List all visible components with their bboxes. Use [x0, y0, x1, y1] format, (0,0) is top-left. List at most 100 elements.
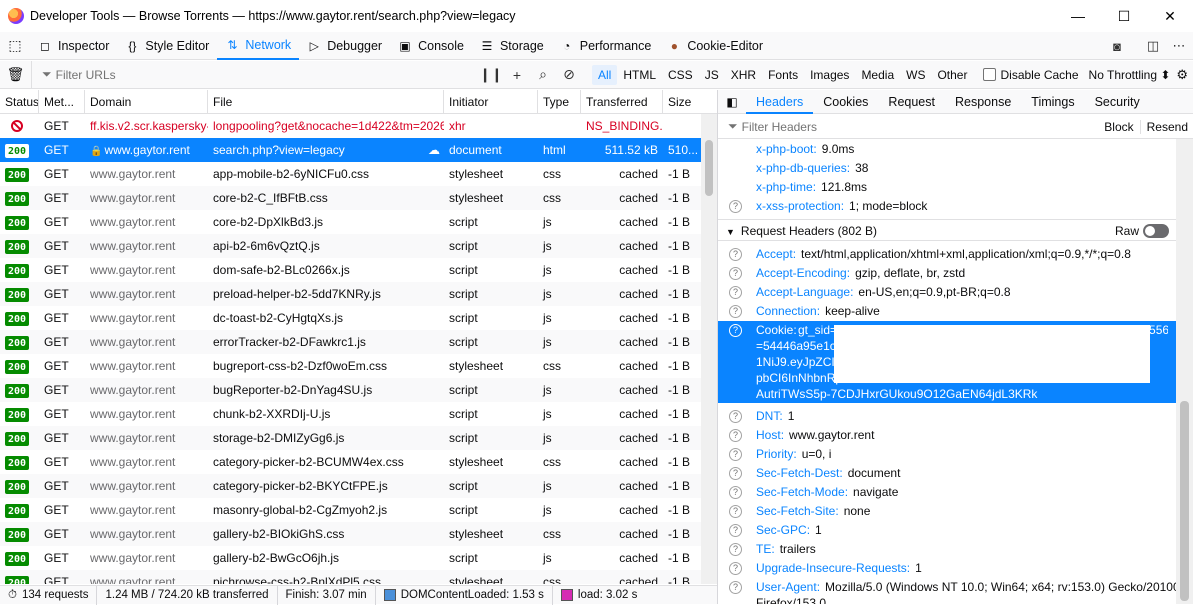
tab-console[interactable]: ▣ Console: [390, 32, 472, 60]
header-row[interactable]: ? DNT 1: [718, 407, 1177, 426]
tab-style-editor[interactable]: {} Style Editor: [117, 32, 217, 60]
header-row[interactable]: ? Connection keep-alive: [718, 302, 1177, 321]
header-row[interactable]: ? TE trailers: [718, 540, 1177, 559]
details-scrollbar[interactable]: [1176, 139, 1193, 604]
col-type[interactable]: Type: [538, 90, 581, 114]
maximize-button[interactable]: ☐: [1101, 0, 1147, 32]
help-icon[interactable]: ?: [729, 562, 742, 575]
resend-button[interactable]: Resend: [1141, 120, 1193, 134]
table-row[interactable]: 200 GET www.gaytor.rent bugReporter-b2-DnYa…: [0, 378, 701, 402]
table-row[interactable]: 200 GET 🔒 www.gaytor.rent search.php?view=le…: [0, 138, 701, 162]
table-row[interactable]: 200 GET www.gaytor.rent category-picker-b2-…: [0, 474, 701, 498]
help-icon[interactable]: ?: [729, 581, 742, 594]
dock-icon[interactable]: ◫: [1139, 32, 1167, 60]
header-row[interactable]: x-php-time 121.8ms: [718, 178, 1177, 197]
clear-requests-icon[interactable]: 🗑: [0, 60, 32, 89]
table-row[interactable]: 200 GET www.gaytor.rent core-b2-C_IfBFtB.cs…: [0, 186, 701, 210]
help-icon[interactable]: ?: [729, 305, 742, 318]
element-picker-icon[interactable]: ⬚: [0, 32, 30, 60]
table-row[interactable]: 200 GET www.gaytor.rent storage-b2-DMIZyGg6…: [0, 426, 701, 450]
table-row[interactable]: 200 GET www.gaytor.rent errorTracker-b2-DFa…: [0, 330, 701, 354]
settings-gear-icon[interactable]: ⚙: [1176, 67, 1188, 83]
filter-headers-input[interactable]: Filter Headers: [742, 120, 1099, 134]
help-icon[interactable]: ?: [729, 324, 742, 337]
minimize-button[interactable]: —: [1055, 0, 1101, 32]
header-row[interactable]: ? Sec-Fetch-Site none: [718, 502, 1177, 521]
close-button[interactable]: ✕: [1147, 0, 1193, 32]
table-row[interactable]: 200 GET www.gaytor.rent dom-safe-b2-BLc0266…: [0, 258, 701, 282]
col-status[interactable]: Status: [0, 90, 39, 114]
col-initiator[interactable]: Initiator: [444, 90, 538, 114]
type-filter-other[interactable]: Other: [931, 65, 973, 85]
tab-request[interactable]: Request: [878, 90, 945, 114]
header-row[interactable]: ? Accept-Language en-US,en;q=0.9,pt-BR;q=0…: [718, 283, 1177, 302]
col-domain[interactable]: Domain: [85, 90, 208, 114]
header-row[interactable]: ? Upgrade-Insecure-Requests 1: [718, 559, 1177, 578]
tab-debugger[interactable]: ▷ Debugger: [299, 32, 390, 60]
header-row[interactable]: ? Sec-GPC 1: [718, 521, 1177, 540]
table-row[interactable]: 200 GET www.gaytor.rent bugreport-css-b2-Dz…: [0, 354, 701, 378]
type-filter-css[interactable]: CSS: [662, 65, 699, 85]
tab-cookies[interactable]: Cookies: [813, 90, 878, 114]
tab-inspector[interactable]: ◻ Inspector: [30, 32, 117, 60]
table-row[interactable]: 200 GET www.gaytor.rent masonry-global-b2-C…: [0, 498, 701, 522]
scrollbar-thumb[interactable]: [1180, 401, 1189, 601]
tab-response[interactable]: Response: [945, 90, 1021, 114]
tab-cookie-editor[interactable]: ● Cookie-Editor: [659, 32, 771, 60]
type-filter-js[interactable]: JS: [699, 65, 725, 85]
header-row[interactable]: x-php-boot 9.0ms: [718, 140, 1177, 159]
header-row[interactable]: ? Sec-Fetch-Dest document: [718, 464, 1177, 483]
help-icon[interactable]: ?: [729, 467, 742, 480]
table-row[interactable]: 200 GET www.gaytor.rent gallery-b2-BIOkiGhS…: [0, 522, 701, 546]
block-icon[interactable]: ⊘: [556, 61, 582, 89]
table-row[interactable]: 200 GET www.gaytor.rent preload-helper-b2-5…: [0, 282, 701, 306]
help-icon[interactable]: ?: [729, 410, 742, 423]
throttling-select[interactable]: No Throttling ⬍: [1089, 68, 1171, 82]
table-row[interactable]: 200 GET www.gaytor.rent dc-toast-b2-CyHgtqX…: [0, 306, 701, 330]
help-icon[interactable]: ?: [729, 448, 742, 461]
pause-icon[interactable]: ❙❙: [478, 61, 504, 89]
type-filter-xhr[interactable]: XHR: [725, 65, 762, 85]
filter-urls-input[interactable]: ⏷ Filter URLs: [32, 67, 478, 82]
raw-toggle[interactable]: [1143, 224, 1169, 238]
col-transferred[interactable]: Transferred: [581, 90, 663, 114]
table-row[interactable]: 200 GET www.gaytor.rent category-picker-b2-…: [0, 450, 701, 474]
help-icon[interactable]: ?: [729, 429, 742, 442]
col-method[interactable]: Met...: [39, 90, 85, 114]
tab-security[interactable]: Security: [1085, 90, 1150, 114]
type-filter-html[interactable]: HTML: [617, 65, 662, 85]
add-request-icon[interactable]: +: [504, 61, 530, 89]
toggle-panel-icon[interactable]: ◧: [718, 95, 746, 109]
header-row[interactable]: ? Host www.gaytor.rent: [718, 426, 1177, 445]
help-icon[interactable]: ?: [729, 505, 742, 518]
help-icon[interactable]: ?: [729, 248, 742, 261]
type-filter-all[interactable]: All: [592, 64, 618, 85]
scrollbar-thumb[interactable]: [705, 140, 713, 196]
table-row[interactable]: 200 GET www.gaytor.rent app-mobile-b2-6yNIC…: [0, 162, 701, 186]
header-row[interactable]: ? Accept text/html,application/xhtml+xml,a…: [718, 245, 1177, 264]
header-row[interactable]: ? Sec-Fetch-Mode navigate: [718, 483, 1177, 502]
help-icon[interactable]: ?: [729, 543, 742, 556]
tab-storage[interactable]: ☰ Storage: [472, 32, 552, 60]
type-filter-fonts[interactable]: Fonts: [762, 65, 804, 85]
tab-performance[interactable]: ◔ Performance: [552, 32, 660, 60]
table-row[interactable]: 200 GET www.gaytor.rent core-b2-DpXlkBd3.js…: [0, 210, 701, 234]
tab-timings[interactable]: Timings: [1021, 90, 1084, 114]
help-icon[interactable]: ?: [729, 486, 742, 499]
disable-cache-checkbox[interactable]: Disable Cache: [983, 68, 1079, 82]
table-row[interactable]: 200 GET www.gaytor.rent api-b2-6m6vQztQ.js s…: [0, 234, 701, 258]
col-file[interactable]: File: [208, 90, 444, 114]
more-options-icon[interactable]: ⋯: [1165, 32, 1193, 60]
help-icon[interactable]: ?: [729, 267, 742, 280]
table-row[interactable]: GET ff.kis.v2.scr.kaspersky-... longpoolin…: [0, 114, 701, 138]
table-row[interactable]: 200 GET www.gaytor.rent pichrowse-css-b2-Bn…: [0, 570, 701, 584]
type-filter-media[interactable]: Media: [855, 65, 900, 85]
screenshot-icon[interactable]: ◙: [1103, 32, 1131, 60]
cookie-header-row[interactable]: ?Cookie:gt_sid=35b5c29f0...08e1...f114d0…: [718, 321, 1177, 403]
block-button[interactable]: Block: [1098, 119, 1141, 134]
header-row[interactable]: x-php-db-queries 38: [718, 159, 1177, 178]
header-row[interactable]: ? Accept-Encoding gzip, deflate, br, zstd: [718, 264, 1177, 283]
type-filter-images[interactable]: Images: [804, 65, 855, 85]
request-headers-section[interactable]: ▼ Request Headers (802 B) Raw: [718, 219, 1177, 241]
help-icon[interactable]: ?: [729, 524, 742, 537]
